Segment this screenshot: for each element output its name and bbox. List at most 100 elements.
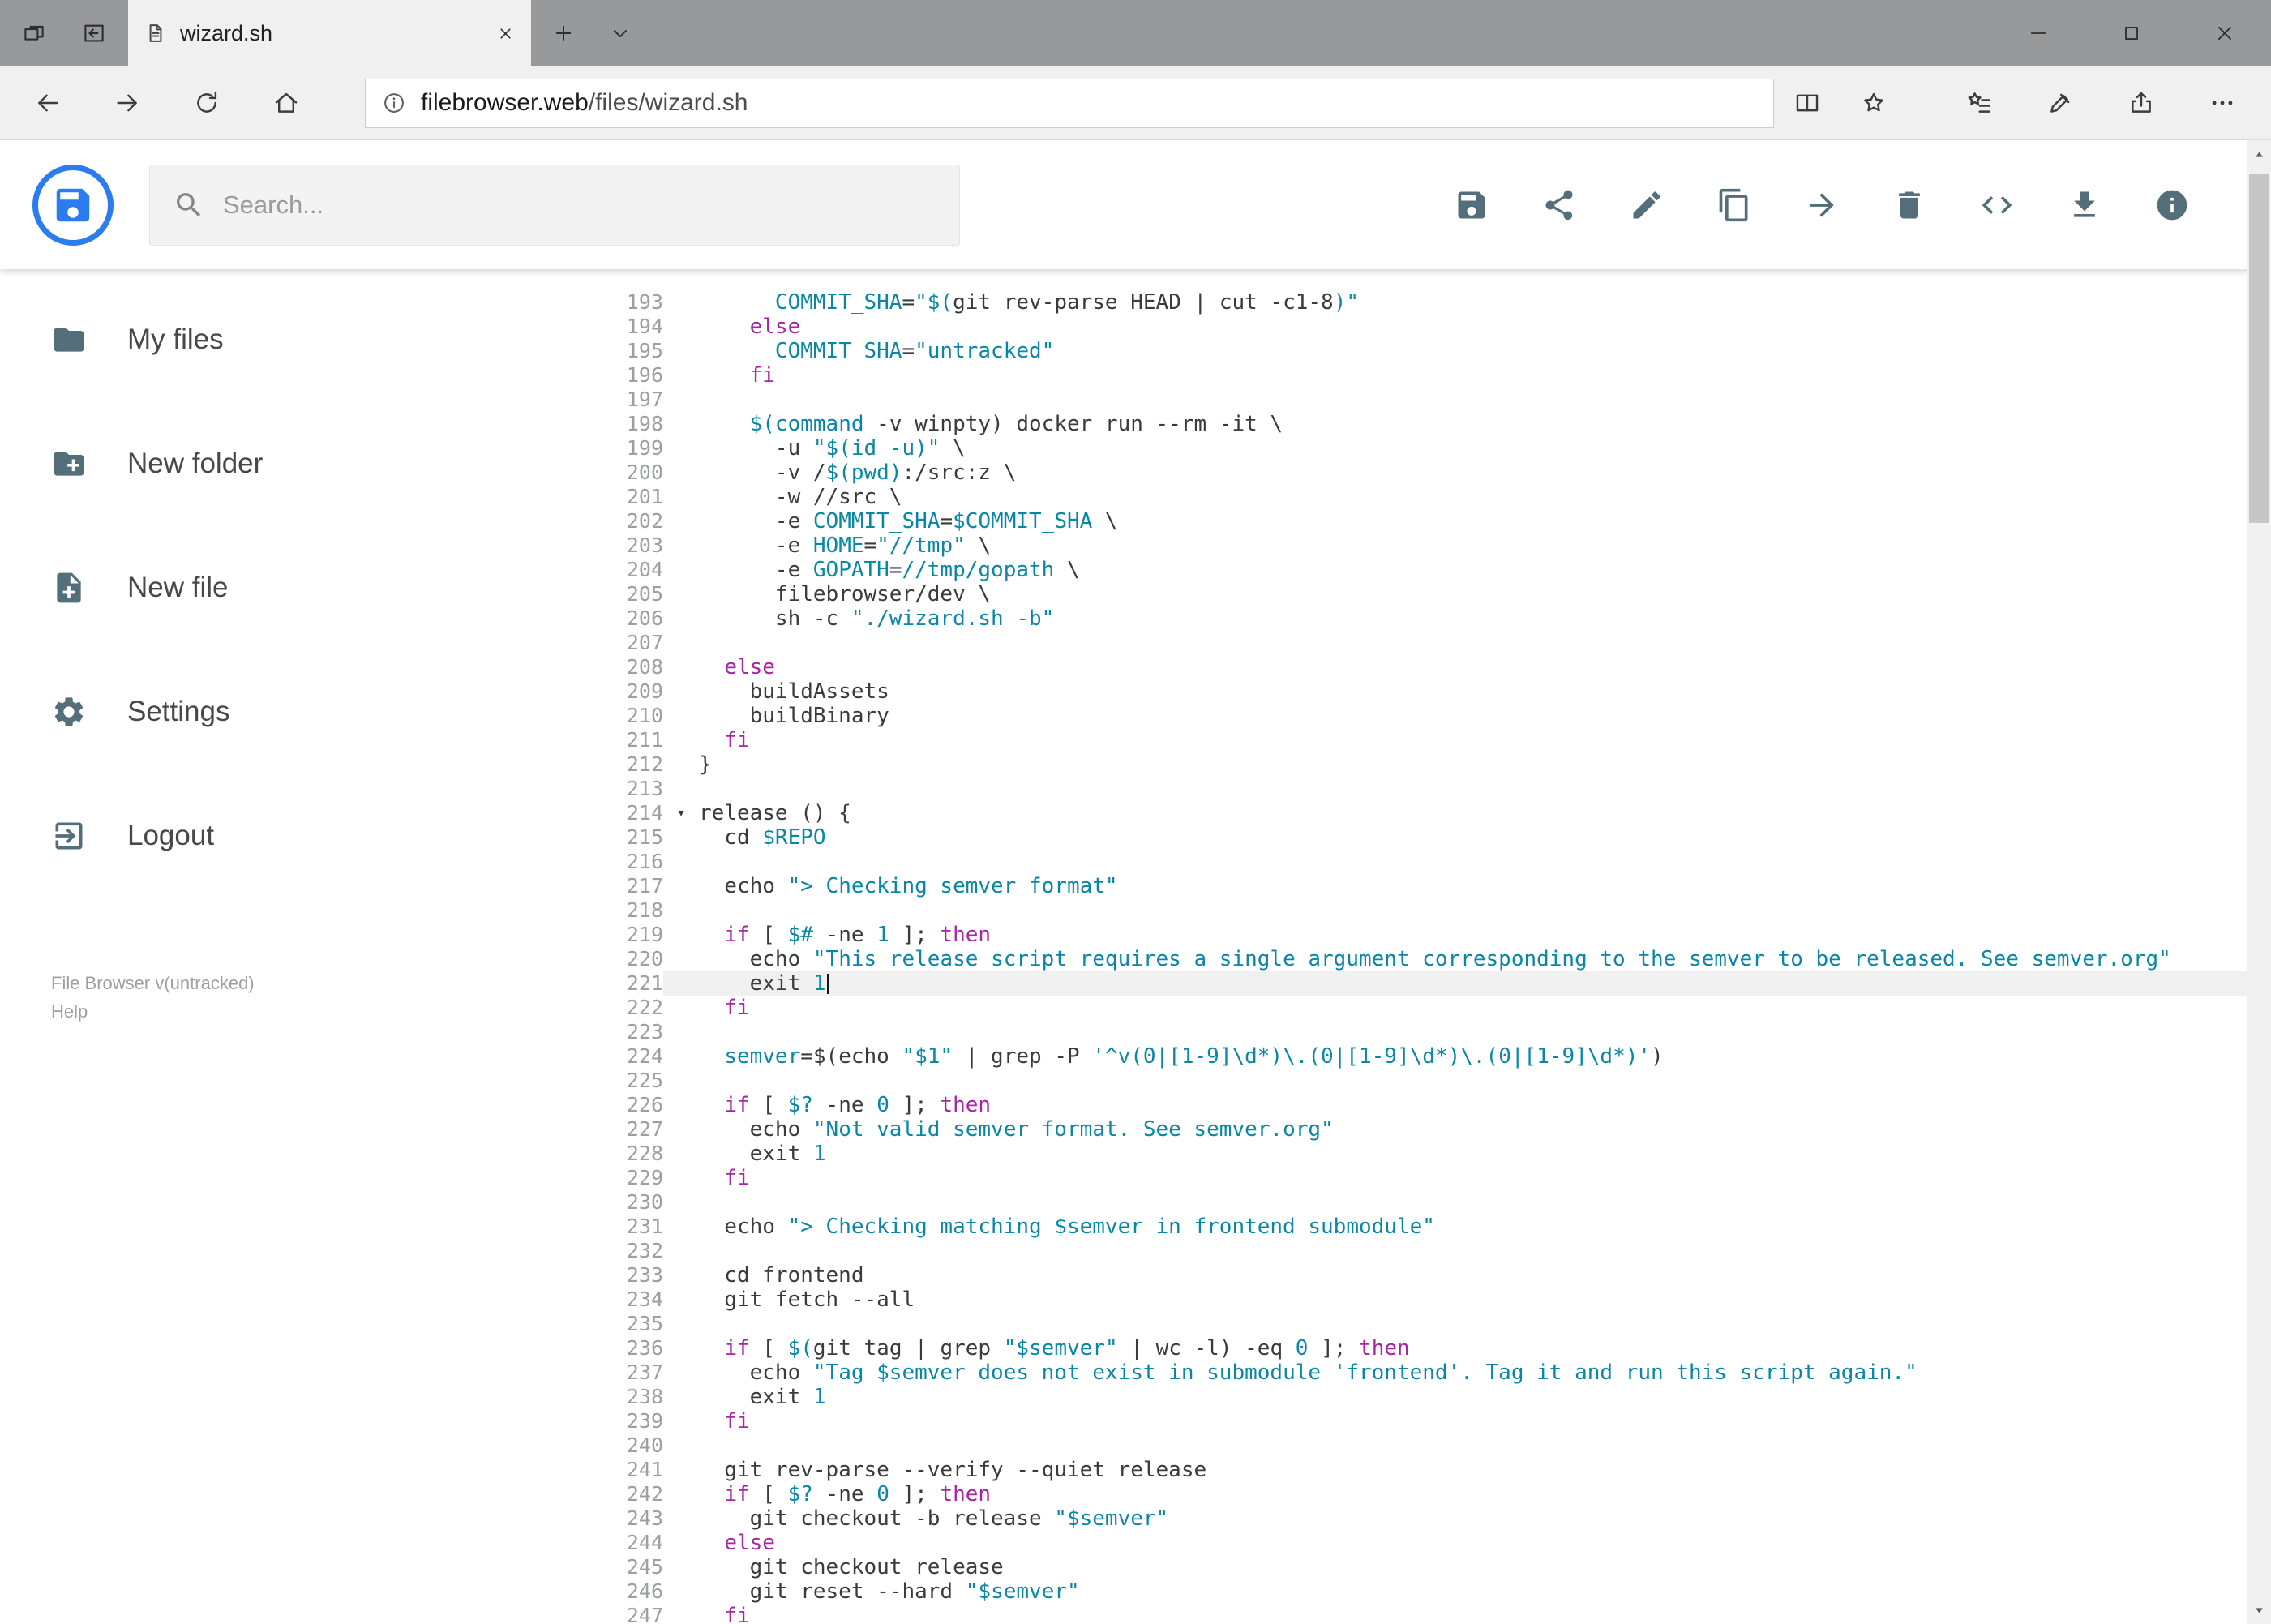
code-line[interactable]: 244 else — [600, 1531, 2271, 1555]
code-line[interactable]: 231 echo "> Checking matching $semver in… — [600, 1215, 2271, 1239]
code-line[interactable]: 223 — [600, 1020, 2271, 1044]
sidebar-item-my-files[interactable]: My files — [0, 277, 600, 401]
code-line[interactable]: 198 $(command -v winpty) docker run --rm… — [600, 412, 2271, 436]
code-line[interactable]: 227 echo "Not valid semver format. See s… — [600, 1117, 2271, 1142]
code-line[interactable]: 216 — [600, 850, 2271, 874]
code-line[interactable]: 211 fi — [600, 728, 2271, 752]
code-line[interactable]: 207 — [600, 631, 2271, 655]
code-line[interactable]: 233 cd frontend — [600, 1263, 2271, 1288]
code-line[interactable]: 236 if [ $(git tag | grep "$semver" | wc… — [600, 1336, 2271, 1360]
reading-view-button[interactable] — [1774, 75, 1840, 131]
code-button[interactable] — [1979, 187, 2015, 223]
code-line[interactable]: 212} — [600, 752, 2271, 777]
move-button[interactable] — [1804, 187, 1840, 223]
refresh-button[interactable] — [167, 75, 246, 131]
tab-preview-button[interactable] — [11, 11, 57, 56]
home-button[interactable] — [246, 75, 326, 131]
code-line[interactable]: 230 — [600, 1190, 2271, 1215]
code-line[interactable]: 224 semver=$(echo "$1" | grep -P '^v(0|[… — [600, 1044, 2271, 1069]
code-line[interactable]: 210 buildBinary — [600, 704, 2271, 728]
code-line[interactable]: 245 git checkout release — [600, 1555, 2271, 1579]
sidebar-item-settings[interactable]: Settings — [0, 649, 600, 773]
code-line[interactable]: 241 git rev-parse --verify --quiet relea… — [600, 1458, 2271, 1482]
share-out-button[interactable] — [2101, 75, 2182, 131]
url-bar[interactable]: filebrowser.web/files/wizard.sh — [365, 78, 1774, 128]
copy-button[interactable] — [1716, 187, 1752, 223]
code-line[interactable]: 225 — [600, 1069, 2271, 1093]
share-button[interactable] — [1541, 187, 1577, 223]
code-line[interactable]: 208 else — [600, 655, 2271, 679]
download-button[interactable] — [2067, 187, 2102, 223]
code-line[interactable]: 240 — [600, 1433, 2271, 1458]
scrollbar-up-button[interactable] — [2247, 140, 2271, 168]
code-line[interactable]: 218 — [600, 898, 2271, 923]
app-logo[interactable] — [32, 164, 114, 246]
code-line[interactable]: 205 filebrowser/dev \ — [600, 582, 2271, 606]
close-button[interactable] — [2178, 0, 2271, 66]
minimize-button[interactable] — [1991, 0, 2085, 66]
code-line[interactable]: 219 if [ $# -ne 1 ]; then — [600, 923, 2271, 947]
code-line[interactable]: 213 — [600, 777, 2271, 801]
code-line[interactable]: 234 git fetch --all — [600, 1288, 2271, 1312]
code-line[interactable]: 229 fi — [600, 1166, 2271, 1190]
more-button[interactable] — [2182, 75, 2263, 131]
sidebar-item-new-folder[interactable]: New folder — [0, 401, 600, 525]
page-info-icon[interactable] — [382, 91, 406, 115]
code-line[interactable]: 203 -e HOME="//tmp" \ — [600, 533, 2271, 558]
save-button[interactable] — [1454, 187, 1489, 223]
code-line[interactable]: 221 exit 1 — [600, 971, 2271, 996]
code-line[interactable]: 239 fi — [600, 1409, 2271, 1433]
code-line[interactable]: 209 buildAssets — [600, 679, 2271, 704]
sidebar-item-logout[interactable]: Logout — [0, 773, 600, 898]
code-line[interactable]: 222 fi — [600, 996, 2271, 1020]
page-scrollbar[interactable] — [2247, 140, 2271, 1624]
sidebar-item-new-file[interactable]: New file — [0, 525, 600, 649]
tab-close-button[interactable] — [496, 24, 515, 43]
code-line[interactable]: 247 fi — [600, 1604, 2271, 1624]
code-line[interactable]: 195 COMMIT_SHA="untracked" — [600, 339, 2271, 363]
code-line[interactable]: 200 -v /$(pwd):/src:z \ — [600, 461, 2271, 485]
search-input[interactable] — [223, 190, 936, 220]
fold-marker-icon[interactable]: ▾ — [663, 801, 699, 825]
code-line[interactable]: 238 exit 1 — [600, 1385, 2271, 1409]
tab-dropdown-button[interactable] — [596, 9, 645, 58]
back-button[interactable] — [8, 75, 88, 131]
code-line[interactable]: 197 — [600, 388, 2271, 412]
code-line[interactable]: 202 -e COMMIT_SHA=$COMMIT_SHA \ — [600, 509, 2271, 533]
browser-tab[interactable]: wizard.sh — [128, 0, 531, 66]
code-line[interactable]: 237 echo "Tag $semver does not exist in … — [600, 1360, 2271, 1385]
code-line[interactable]: 196 fi — [600, 363, 2271, 388]
code-line[interactable]: 206 sh -c "./wizard.sh -b" — [600, 606, 2271, 631]
hub-button[interactable] — [1939, 75, 2020, 131]
code-line[interactable]: 204 -e GOPATH=//tmp/gopath \ — [600, 558, 2271, 582]
code-line[interactable]: 199 -u "$(id -u)" \ — [600, 436, 2271, 461]
code-line[interactable]: 220 echo "This release script requires a… — [600, 947, 2271, 971]
new-tab-button[interactable] — [539, 9, 588, 58]
code-line[interactable]: 194 else — [600, 315, 2271, 339]
info-button[interactable] — [2154, 187, 2190, 223]
code-line[interactable]: 228 exit 1 — [600, 1142, 2271, 1166]
code-line[interactable]: 193 COMMIT_SHA="$(git rev-parse HEAD | c… — [600, 290, 2271, 315]
code-line[interactable]: 217 echo "> Checking semver format" — [600, 874, 2271, 898]
code-line[interactable]: 232 — [600, 1239, 2271, 1263]
forward-button[interactable] — [88, 75, 167, 131]
code-line[interactable]: 235 — [600, 1312, 2271, 1336]
ink-button[interactable] — [2020, 75, 2101, 131]
code-line[interactable]: 226 if [ $? -ne 0 ]; then — [600, 1093, 2271, 1117]
code-line[interactable]: 214 ▾ release () { — [600, 801, 2271, 825]
set-aside-button[interactable] — [71, 11, 117, 56]
edit-button[interactable] — [1629, 187, 1665, 223]
maximize-button[interactable] — [2085, 0, 2178, 66]
scrollbar-thumb[interactable] — [2249, 174, 2269, 523]
code-line[interactable]: 201 -w //src \ — [600, 485, 2271, 509]
code-line[interactable]: 215 cd $REPO — [600, 825, 2271, 850]
code-line[interactable]: 243 git checkout -b release "$semver" — [600, 1506, 2271, 1531]
code-line[interactable]: 242 if [ $? -ne 0 ]; then — [600, 1482, 2271, 1506]
code-line[interactable]: 246 git reset --hard "$semver" — [600, 1579, 2271, 1604]
favorite-button[interactable] — [1840, 75, 1907, 131]
search-box[interactable] — [149, 164, 960, 246]
help-link[interactable]: Help — [51, 997, 600, 1026]
delete-button[interactable] — [1892, 187, 1927, 223]
code-editor[interactable]: 193 COMMIT_SHA="$(git rev-parse HEAD | c… — [600, 269, 2271, 1624]
scrollbar-down-button[interactable] — [2247, 1596, 2271, 1624]
